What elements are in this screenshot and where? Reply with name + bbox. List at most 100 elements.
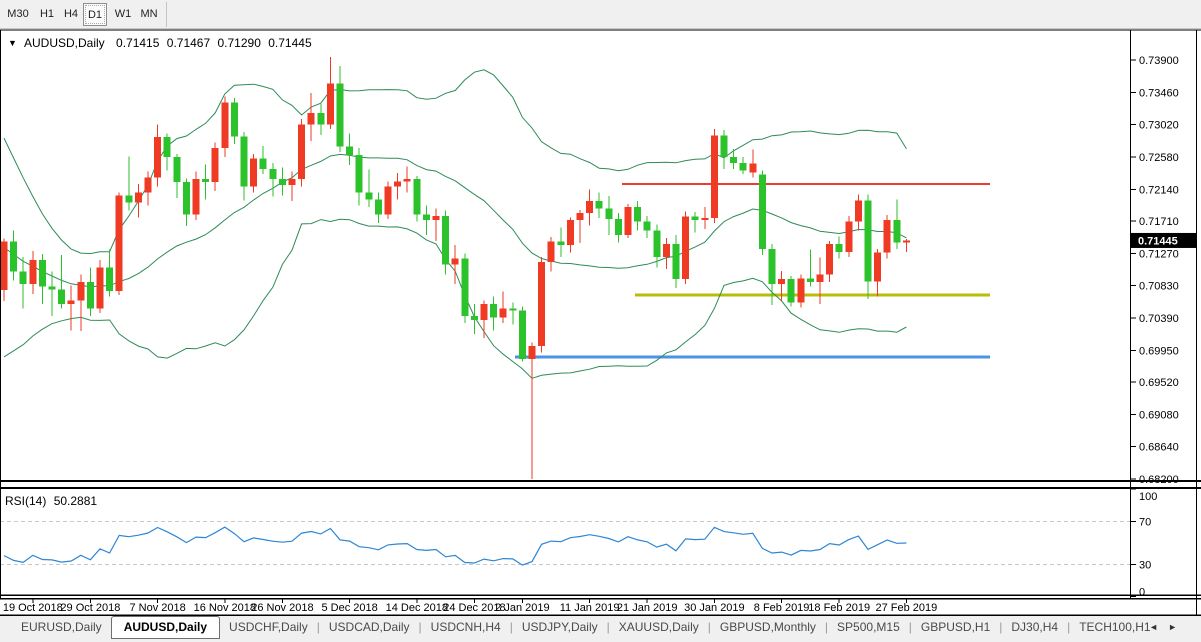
candle-2018-11-27-bull: [289, 179, 296, 185]
quote-low: 0.71290: [218, 36, 262, 50]
candle-2019-01-11-bull: [586, 201, 593, 213]
tab-eurusd-daily[interactable]: EURUSD,Daily: [12, 616, 111, 637]
candle-2018-10-22-bear: [39, 260, 46, 286]
timeframe-button-W1[interactable]: W1: [112, 3, 134, 26]
candle-2019-02-26-bear: [893, 220, 900, 242]
timeframe-button-MN[interactable]: MN: [136, 3, 162, 26]
quote-close: 0.71445: [268, 36, 312, 50]
tab-usdcad-daily[interactable]: USDCAD,Daily: [320, 616, 419, 637]
rsi-indicator-value: 50.2881: [54, 494, 98, 508]
candle-2019-01-07-bull: [548, 242, 555, 263]
candle-2018-12-03-bull: [327, 84, 334, 125]
candle-2019-01-15-bear: [605, 208, 612, 218]
timeframe-button-D1[interactable]: D1: [83, 3, 107, 26]
candle-2018-10-16-bull: [1, 242, 8, 291]
rsi-tick-label: 100: [1139, 491, 1157, 503]
price-tick-label: 0.71710: [1139, 216, 1179, 228]
candle-2018-11-08-bear: [164, 137, 171, 157]
candle-2019-01-30-bull: [711, 136, 718, 218]
date-tick-label: 16 Nov 2018: [194, 602, 256, 614]
candle-2018-10-29-bear: [87, 282, 94, 308]
tabs-scroll-left-icon[interactable]: ◄: [1149, 622, 1168, 632]
tab-dj30-h4[interactable]: DJ30,H4: [1002, 616, 1067, 637]
candle-2018-10-30-bull: [97, 267, 104, 308]
quote-high: 0.71467: [167, 36, 211, 50]
tab-usdchf-daily[interactable]: USDCHF,Daily: [220, 616, 317, 637]
candle-2019-02-27-bull: [903, 240, 910, 242]
price-tick-label: 0.68200: [1139, 474, 1179, 486]
timeframe-button-H4[interactable]: H4: [60, 3, 82, 26]
candle-2018-10-24-bear: [58, 289, 65, 304]
price-tick-label: 0.70830: [1139, 281, 1179, 293]
candle-2018-11-16-bull: [221, 103, 228, 149]
candle-2018-11-29-bull: [308, 113, 315, 125]
candle-2019-02-15-bull: [826, 244, 833, 275]
tab-tech100-h1[interactable]: TECH100,H1: [1070, 616, 1159, 637]
quote-open: 0.71415: [116, 36, 160, 50]
tab-usdjpy-daily[interactable]: USDJPY,Daily: [513, 616, 607, 637]
tab-xauusd-daily[interactable]: XAUUSD,Daily: [610, 616, 708, 637]
date-tick-label: 26 Nov 2018: [251, 602, 313, 614]
candle-2018-12-07-bear: [365, 192, 372, 199]
timeframe-button-H1[interactable]: H1: [36, 3, 58, 26]
candle-2019-01-14-bear: [596, 201, 603, 208]
date-tick-label: 21 Jan 2019: [617, 602, 678, 614]
tab-audusd-daily[interactable]: AUDUSD,Daily: [111, 616, 220, 639]
date-tick-label: 30 Jan 2019: [684, 602, 745, 614]
candle-2018-11-19-bear: [231, 103, 238, 137]
candle-2018-11-15-bull: [212, 148, 219, 182]
candle-2018-11-28-bull: [298, 125, 305, 179]
last-price-value: 0.71445: [1138, 235, 1178, 247]
chart-legend: ▼ AUDUSD,Daily 0.71415 0.71467 0.71290 0…: [5, 36, 312, 508]
candle-2018-10-31-bear: [106, 267, 113, 291]
candle-2019-01-28-bear: [692, 217, 699, 221]
symbol-dropdown-icon[interactable]: ▼: [8, 38, 17, 48]
candle-2019-01-23-bull: [663, 244, 670, 257]
date-tick-label: 14 Dec 2018: [386, 602, 448, 614]
candle-2018-12-18-bull: [433, 216, 440, 220]
candle-2019-01-02-bear: [519, 311, 526, 360]
toolbar-separator: [166, 2, 167, 27]
price-tick-label: 0.69520: [1139, 377, 1179, 389]
mt4-window: M30H1H4D1W1MN 0.739000.734600.730200.725…: [0, 0, 1201, 642]
candle-2019-02-21-bear: [865, 200, 872, 281]
chart-area[interactable]: 0.739000.734600.730200.725800.721400.717…: [0, 29, 1201, 616]
tab-gbpusd-h1[interactable]: GBPUSD,H1: [912, 616, 999, 637]
svg-text:RSI(14) 50.2881: RSI(14) 50.2881: [5, 494, 97, 508]
tab-sp500-m15[interactable]: SP500,M15: [828, 616, 909, 637]
candle-2019-01-09-bull: [567, 220, 574, 245]
candle-2018-11-23-bear: [269, 169, 276, 179]
candle-2019-02-11-bear: [788, 279, 795, 303]
candle-2019-01-21-bear: [644, 222, 651, 231]
bollinger-lower-band: [4, 219, 906, 378]
timeframe-button-M30[interactable]: M30: [4, 3, 32, 26]
candle-2019-01-03-bull: [529, 346, 536, 359]
candle-2019-01-25-bull: [682, 217, 689, 279]
candle-2018-10-26-bull: [77, 282, 84, 300]
candle-2018-11-12-bear: [183, 182, 190, 214]
candle-2019-02-05-bull: [749, 164, 756, 173]
tab-usdcnh-h4[interactable]: USDCNH,H4: [422, 616, 510, 637]
tabs-scroll-right-icon[interactable]: ►: [1168, 622, 1187, 632]
candle-2018-12-06-bear: [356, 155, 363, 192]
candle-2019-01-04-bull: [538, 262, 545, 346]
candle-2018-12-20-bull: [452, 258, 459, 264]
candle-2019-01-08-bear: [557, 242, 564, 246]
candle-2018-11-26-bear: [279, 179, 286, 185]
candle-2018-12-28-bull: [500, 308, 507, 317]
candle-2018-12-04-bear: [337, 84, 344, 147]
tab-gbpusd-monthly[interactable]: GBPUSD,Monthly: [711, 616, 825, 637]
date-tick-label: 8 Feb 2019: [754, 602, 810, 614]
candle-2019-02-06-bear: [759, 175, 766, 249]
candle-2019-02-04-bear: [740, 163, 747, 170]
candle-2018-11-01-bull: [116, 195, 123, 291]
candle-2019-02-22-bull: [874, 253, 881, 282]
candle-2018-10-19-bull: [29, 260, 36, 284]
candle-2018-12-19-bear: [442, 216, 449, 265]
price-tick-label: 0.73020: [1139, 120, 1179, 132]
rsi-tick-label: 70: [1139, 516, 1151, 528]
svg-text:AUDUSD,Daily 0.71415: AUDUSD,Daily 0.71415 0.71467 0.71290 0.7…: [24, 36, 312, 50]
chart-tabs-bar: EURUSD,DailyAUDUSD,DailyUSDCHF,Daily|USD…: [0, 616, 1201, 642]
price-tick-label: 0.71270: [1139, 248, 1179, 260]
date-tick-label: 7 Nov 2018: [129, 602, 185, 614]
